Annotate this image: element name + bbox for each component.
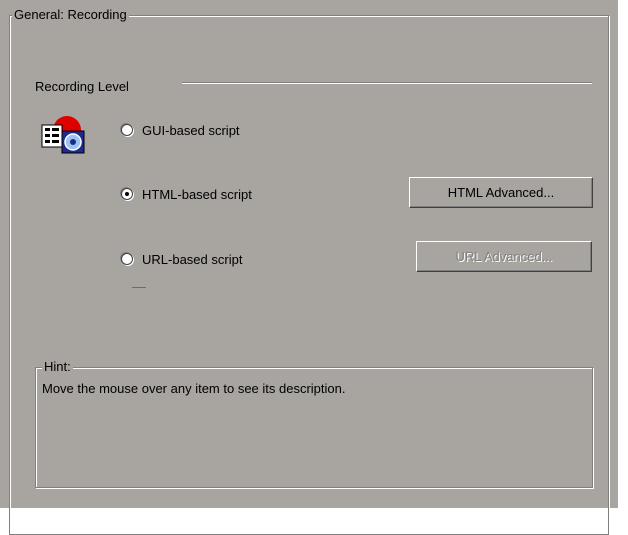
recording-level-separator — [182, 82, 592, 84]
selected-dot — [125, 192, 129, 196]
radio-button-gui[interactable] — [121, 124, 133, 136]
radio-html-based[interactable]: HTML-based script — [121, 185, 252, 203]
recording-level-icon — [38, 113, 88, 159]
recording-level-label: Recording Level — [35, 79, 129, 94]
hint-text: Move the mouse over any item to see its … — [42, 381, 346, 396]
hint-title: Hint: — [42, 359, 73, 374]
html-advanced-button[interactable]: HTML Advanced... — [409, 177, 593, 208]
radio-label-url: URL-based script — [142, 251, 243, 267]
focus-underline — [132, 287, 146, 288]
radio-gui-based[interactable]: GUI-based script — [121, 121, 240, 139]
url-advanced-button[interactable]: URL Advanced... — [416, 241, 592, 272]
radio-button-url[interactable] — [121, 253, 133, 265]
general-recording-title: General: Recording — [12, 7, 129, 22]
html-advanced-button-label: HTML Advanced... — [447, 184, 555, 200]
radio-url-based[interactable]: URL-based script — [121, 250, 242, 268]
radio-button-html[interactable] — [121, 188, 133, 200]
recording-options-panel: General: Recording Recording Level GUI-b… — [0, 0, 618, 535]
radio-label-html: HTML-based script — [142, 186, 252, 202]
url-advanced-button-label: URL Advanced... — [455, 248, 553, 264]
radio-label-gui: GUI-based script — [142, 122, 240, 138]
